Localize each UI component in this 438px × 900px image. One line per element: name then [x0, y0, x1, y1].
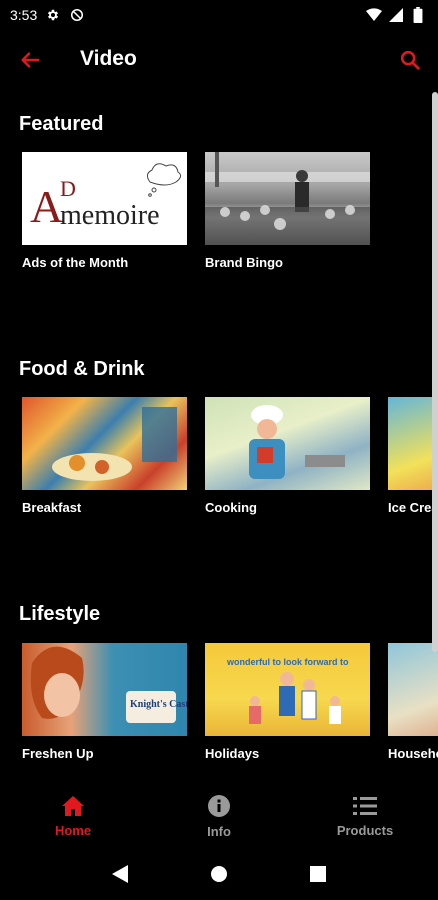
video-card-ice-cream[interactable]: Ice Cream	[388, 397, 438, 515]
video-card-ads-of-the-month[interactable]: A D memoire Ads of the Month	[22, 152, 187, 270]
info-icon	[208, 794, 230, 817]
lifestyle-row[interactable]: Knight's Castile Freshen Up wonderful to…	[22, 643, 438, 761]
card-label: Holidays	[205, 746, 260, 761]
nav-info-label: Info	[207, 823, 231, 839]
freshen-up-ad-brand: Knight's Castile	[130, 699, 187, 710]
freshen-up-ad: Knight's Castile	[30, 646, 187, 723]
system-navigation-bar	[0, 852, 438, 900]
ad-memoire-logo-d: D	[60, 176, 76, 201]
holidays-ad-tagline: wonderful to look forward to	[226, 657, 349, 667]
content-scroll-area[interactable]: Featured A D memoire Ads of the Month Br…	[0, 88, 438, 780]
nav-home-label: Home	[54, 822, 92, 838]
nav-info[interactable]: Info	[146, 780, 292, 852]
card-label: Cooking	[205, 500, 257, 515]
thumbnail-image	[388, 643, 438, 736]
home-icon	[62, 795, 84, 816]
card-label: Brand Bingo	[205, 255, 283, 270]
breakfast-illustration	[52, 407, 177, 481]
bottom-navigation: Home Info Products	[0, 780, 438, 852]
system-recents-icon[interactable]	[309, 865, 327, 888]
chef-illustration	[249, 405, 345, 479]
search-button[interactable]	[396, 46, 424, 74]
status-time: 3:53	[10, 7, 38, 23]
system-back-icon[interactable]	[111, 864, 129, 889]
back-button[interactable]	[16, 46, 44, 74]
ad-memoire-logo: A D memoire	[30, 163, 182, 232]
search-icon	[400, 50, 420, 70]
section-title: Lifestyle	[19, 603, 101, 625]
video-card-holidays[interactable]: wonderful to look forward to Holidays	[205, 643, 370, 761]
thumbnail-image: Knight's Castile	[22, 643, 187, 736]
status-right	[366, 7, 426, 23]
featured-row[interactable]: A D memoire Ads of the Month Brand Bingo	[22, 152, 370, 270]
card-label: Freshen Up	[22, 746, 94, 761]
ad-memoire-logo-a: A	[30, 181, 63, 232]
nav-products-label: Products	[336, 822, 394, 838]
thumbnail-image	[205, 397, 370, 490]
food-drink-row[interactable]: Breakfast Cooking Ice Cream	[22, 397, 438, 515]
thumbnail-image: wonderful to look forward to	[205, 643, 370, 736]
app-bar: Video	[0, 30, 438, 88]
system-home-icon[interactable]	[210, 865, 228, 888]
back-arrow-icon	[21, 52, 40, 68]
scrollbar[interactable]	[432, 92, 438, 652]
battery-icon	[410, 7, 426, 23]
status-bar: 3:53	[0, 0, 438, 30]
list-icon	[353, 796, 377, 815]
page-title: Video	[80, 47, 137, 70]
video-card-cooking[interactable]: Cooking	[205, 397, 370, 515]
section-title: Food & Drink	[19, 358, 145, 380]
thumbnail-image	[205, 152, 370, 245]
video-card-breakfast[interactable]: Breakfast	[22, 397, 187, 515]
holidays-illustration: wonderful to look forward to	[226, 657, 349, 724]
section-title: Featured	[19, 113, 104, 135]
wifi-icon	[366, 7, 382, 23]
do-not-disturb-icon	[69, 7, 85, 23]
thumbnail-image	[22, 397, 187, 490]
video-card-freshen-up[interactable]: Knight's Castile Freshen Up	[22, 643, 187, 761]
video-card-brand-bingo[interactable]: Brand Bingo	[205, 152, 370, 270]
card-label: Breakfast	[22, 500, 82, 515]
nav-home[interactable]: Home	[0, 780, 146, 852]
nav-products[interactable]: Products	[292, 780, 438, 852]
thumbnail-image: A D memoire	[22, 152, 187, 245]
video-card-household[interactable]: Household	[388, 643, 438, 761]
crowd-photo	[205, 152, 370, 245]
card-label: Household	[388, 746, 438, 761]
card-label: Ads of the Month	[22, 255, 129, 270]
status-left: 3:53	[10, 7, 85, 23]
card-label: Ice Cream	[388, 500, 438, 515]
signal-icon	[388, 7, 404, 23]
thumbnail-image	[388, 397, 438, 490]
settings-gear-icon	[45, 7, 61, 23]
ad-memoire-logo-word: memoire	[60, 200, 160, 231]
